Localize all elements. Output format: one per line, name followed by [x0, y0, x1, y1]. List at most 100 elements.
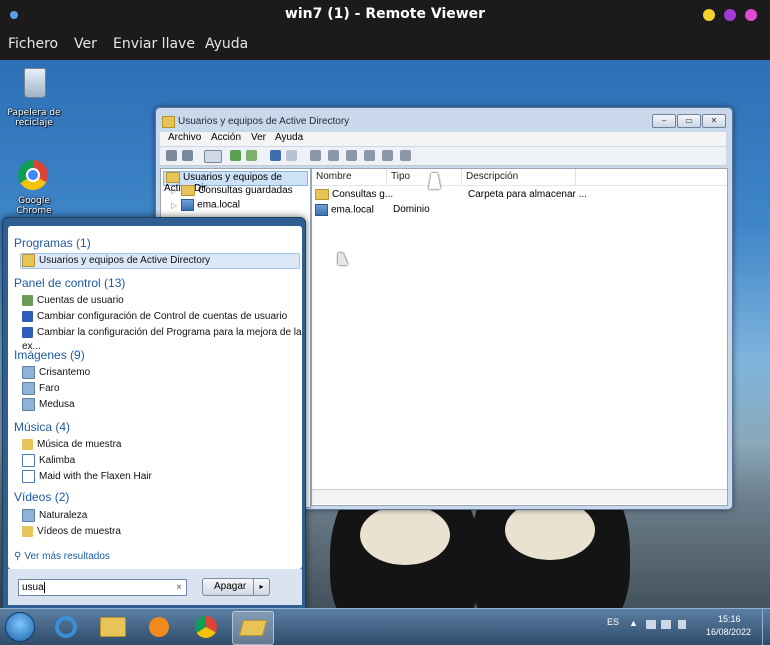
action-center-icon[interactable]	[646, 620, 656, 629]
result-item-music[interactable]: Música de muestra	[22, 438, 121, 452]
row-description: Carpeta para almacenar ...	[468, 189, 587, 200]
tree-item-root[interactable]: Usuarios y equipos de Active Dir	[163, 171, 308, 194]
console-tree-icon[interactable]	[204, 150, 222, 163]
result-item-video[interactable]: Naturaleza	[22, 509, 87, 523]
ad-window-title: Usuarios y equipos de Active Directory	[178, 116, 350, 127]
result-item-image[interactable]: Crisantemo	[22, 366, 90, 380]
ad-maximize-button[interactable]: ▭	[677, 114, 701, 128]
start-menu-footer: usua × Apagar ▸	[8, 569, 302, 605]
ad-menu-accion[interactable]: Acción	[211, 132, 241, 143]
tree-item-label: Consultas guardadas	[198, 185, 293, 197]
column-header-description[interactable]: Descripción	[462, 169, 576, 185]
filter-icon[interactable]	[364, 150, 375, 161]
refresh-icon[interactable]	[230, 150, 241, 161]
ad-menubar: Archivo Acción Ver Ayuda	[160, 132, 726, 146]
result-item-ad-users[interactable]: Usuarios y equipos de Active Directory	[22, 254, 210, 268]
export-icon[interactable]	[246, 150, 257, 161]
folder-icon	[181, 185, 196, 196]
chrome-icon	[18, 160, 48, 190]
list-row[interactable]: Consultas g... Carpeta para almacenar ..…	[315, 189, 725, 203]
viewer-menubar: Fichero Ver Enviar llave Ayuda	[0, 30, 770, 60]
menu-fichero[interactable]: Fichero	[8, 36, 58, 52]
ad-close-button[interactable]: ✕	[702, 114, 726, 128]
taskbar-explorer[interactable]	[93, 611, 133, 643]
tree-item-domain[interactable]: ▷ ema.local	[171, 199, 240, 211]
network-icon[interactable]	[661, 620, 671, 629]
result-item-label: Medusa	[39, 399, 75, 411]
status-bar	[312, 489, 727, 504]
ad-menu-ayuda[interactable]: Ayuda	[275, 132, 303, 143]
column-header-name[interactable]: Nombre	[312, 169, 387, 185]
new-user-icon[interactable]	[310, 150, 321, 161]
column-header-type[interactable]: Tipo	[387, 169, 462, 185]
taskbar-chrome[interactable]	[186, 611, 226, 643]
close-button[interactable]	[745, 9, 757, 21]
group-heading-images[interactable]: Imágenes (9)	[14, 348, 85, 362]
start-button[interactable]	[0, 611, 40, 643]
image-file-icon	[22, 366, 35, 379]
result-item-image[interactable]: Medusa	[22, 398, 75, 412]
search-input[interactable]: usua ×	[18, 579, 187, 596]
maximize-button[interactable]	[724, 9, 736, 21]
group-heading-videos[interactable]: Vídeos (2)	[14, 490, 69, 504]
show-hidden-icons-icon[interactable]: ▲	[629, 618, 638, 628]
properties-icon[interactable]	[286, 150, 297, 161]
desktop-icon-recycle-bin[interactable]: Papelera de reciclaje	[7, 64, 61, 132]
help-icon[interactable]	[270, 150, 281, 161]
find-icon[interactable]	[382, 150, 393, 161]
taskbar-active-directory[interactable]	[232, 611, 274, 645]
new-group-icon[interactable]	[328, 150, 339, 161]
list-row[interactable]: ema.local Dominio	[315, 204, 725, 218]
volume-icon[interactable]	[678, 620, 686, 629]
clock-time[interactable]: 15:16	[718, 614, 741, 624]
media-player-icon	[149, 617, 169, 637]
audio-file-icon	[22, 454, 35, 467]
menu-enviar-llave[interactable]: Enviar llave	[113, 36, 195, 52]
domain-icon	[315, 204, 328, 216]
result-item-label: Usuarios y equipos de Active Directory	[39, 255, 211, 267]
menu-ver[interactable]: Ver	[74, 36, 97, 52]
tree-item-saved-queries[interactable]: ▷ Consultas guardadas	[171, 185, 293, 196]
tree-item-label: ema.local	[197, 199, 240, 211]
clock-date[interactable]: 16/08/2022	[706, 627, 751, 637]
clear-search-icon[interactable]: ×	[176, 580, 182, 595]
ad-menu-archivo[interactable]: Archivo	[168, 132, 201, 143]
audio-file-icon	[22, 470, 35, 483]
result-item-uac-settings[interactable]: Cambiar configuración de Control de cuen…	[22, 310, 287, 324]
result-item-label: Cuentas de usuario	[37, 295, 124, 306]
result-item-ceip-settings[interactable]: Cambiar la configuración del Programa pa…	[22, 326, 302, 352]
result-item-music[interactable]: Maid with the Flaxen Hair	[22, 470, 152, 484]
result-item-image[interactable]: Faro	[22, 382, 60, 396]
minimize-button[interactable]	[703, 9, 715, 21]
row-type: Dominio	[393, 204, 430, 215]
desktop-icon-chrome[interactable]: Google Chrome	[6, 158, 62, 216]
shutdown-button[interactable]: Apagar ▸	[202, 578, 270, 596]
explorer-icon	[100, 617, 126, 637]
back-arrow-icon[interactable]	[166, 150, 177, 161]
see-more-results-link[interactable]: ⚲ Ver más resultados	[14, 551, 110, 562]
expand-arrow-icon[interactable]: ▷	[171, 186, 177, 195]
menu-ayuda[interactable]: Ayuda	[205, 36, 248, 52]
result-item-music[interactable]: Kalimba	[22, 454, 75, 468]
language-indicator[interactable]: ES	[607, 617, 619, 627]
ad-minimize-button[interactable]: ‒	[652, 114, 676, 128]
add-to-group-icon[interactable]	[400, 150, 411, 161]
new-ou-icon[interactable]	[346, 150, 357, 161]
desktop-icon-label: Google Chrome	[16, 196, 52, 216]
video-file-icon	[22, 509, 35, 522]
ad-menu-ver[interactable]: Ver	[251, 132, 266, 143]
group-heading-control-panel[interactable]: Panel de control (13)	[14, 276, 125, 290]
group-heading-programs[interactable]: Programas (1)	[14, 236, 91, 250]
taskbar-internet-explorer[interactable]	[46, 611, 86, 643]
result-item-user-accounts[interactable]: Cuentas de usuario	[22, 294, 124, 308]
mouse-cursor-icon	[338, 253, 348, 265]
expand-arrow-icon[interactable]: ▷	[171, 201, 177, 210]
show-desktop-button[interactable]	[762, 609, 770, 645]
start-orb-icon	[5, 612, 35, 642]
forward-arrow-icon[interactable]	[182, 150, 193, 161]
shutdown-options-arrow-icon[interactable]: ▸	[253, 579, 269, 595]
group-heading-music[interactable]: Música (4)	[14, 420, 70, 434]
music-folder-icon	[22, 438, 33, 450]
result-item-video[interactable]: Vídeos de muestra	[22, 525, 121, 539]
taskbar-media-player[interactable]	[139, 611, 179, 643]
